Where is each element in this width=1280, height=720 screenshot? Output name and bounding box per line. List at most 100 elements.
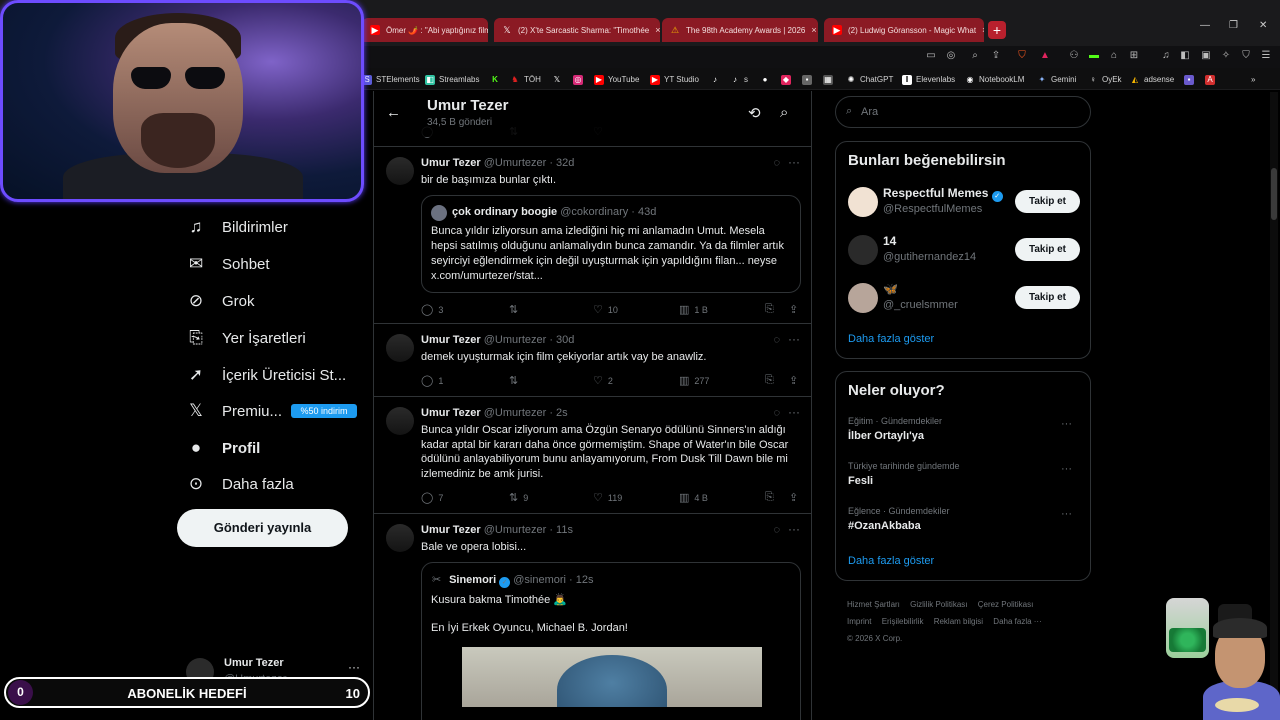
quoted-tweet[interactable]: çok ordinary boogie @cokordinary · 43d B… (421, 195, 801, 293)
more-icon[interactable]: ··· (788, 155, 800, 169)
tweet[interactable]: Umur Tezer @Umurtezer · 32d ◌ ··· bir de… (374, 147, 811, 324)
suggestion-item[interactable]: 🦋 @_cruelsmmer Takip et (848, 281, 1080, 315)
views-button[interactable]: ▥ 4 B (679, 491, 708, 504)
reply-button[interactable]: ◯ 1 (421, 374, 443, 387)
footer-link[interactable]: Gizlilik Politikası (910, 600, 967, 609)
rewards-icon[interactable]: ▲ (1039, 50, 1051, 62)
premium-discount-badge[interactable]: %50 indirim (291, 404, 357, 418)
scrollbar-thumb[interactable] (1271, 168, 1277, 220)
more-icon[interactable]: ··· (1061, 508, 1072, 520)
back-arrow-icon[interactable]: ← (386, 104, 401, 121)
ai-icon[interactable]: ✧ (1220, 50, 1232, 62)
tweet[interactable]: Umur Tezer @Umurtezer · 2s ◌ ··· Bunca y… (374, 397, 811, 514)
trend-item[interactable]: Eğitim · Gündemdekiler İlber Ortaylı'ya … (848, 416, 1080, 450)
nav-grok[interactable]: ⊘ Grok (186, 289, 255, 313)
bookmark-item[interactable]: ▪ (802, 73, 812, 86)
bookmark-item[interactable]: ♞ TÖH (510, 73, 540, 86)
like-button[interactable]: ♡ 119 (593, 491, 622, 504)
follow-button[interactable]: Takip et (1015, 190, 1080, 213)
browser-tab[interactable]: ⚠ The 98th Academy Awards | 2026 × (662, 18, 818, 42)
trend-item[interactable]: Türkiye tarihinde gündemde Fesli ··· (848, 461, 1080, 495)
avatar[interactable] (386, 157, 414, 185)
quote-image[interactable] (462, 647, 762, 707)
grok-icon[interactable]: ◌ (773, 407, 780, 419)
bookmark-item[interactable]: ♀ OyEk (1088, 73, 1122, 86)
search-icon[interactable]: ⌕ (780, 104, 788, 121)
footer-link[interactable]: Imprint (847, 617, 871, 626)
like-button[interactable]: ♡ 2 (593, 374, 613, 387)
footer-link[interactable]: Çerez Politikası (978, 600, 1034, 609)
views-button[interactable]: ▥ 1 B (679, 303, 708, 316)
search-box[interactable]: ⌕ (835, 96, 1091, 128)
maximize-icon[interactable]: ❐ (1229, 20, 1238, 31)
extension-icon[interactable]: ⊞ (1128, 50, 1140, 62)
share-icon[interactable]: ⇪ (789, 374, 798, 387)
menu-icon[interactable]: ☰ (1260, 50, 1272, 62)
trend-item[interactable]: Eğlence · Gündemdekiler #OzanAkbaba ··· (848, 506, 1080, 540)
bookmark-item[interactable]: ǁ Elevenlabs (902, 73, 955, 86)
nav-creator-studio[interactable]: ➚ İçerik Üreticisi St... (186, 363, 346, 387)
eye-off-icon[interactable]: ◎ (945, 50, 957, 62)
close-icon[interactable]: × (655, 25, 660, 35)
search-input[interactable] (861, 103, 1081, 121)
show-more-link[interactable]: Daha fazla göster (848, 333, 934, 345)
bookmark-item[interactable]: ♪ s (730, 73, 748, 86)
sidebar-icon[interactable]: ◧ (1179, 50, 1191, 62)
grok-icon[interactable]: ◌ (773, 524, 780, 536)
bookmark-item[interactable]: ▪ (1184, 73, 1194, 86)
share-icon[interactable]: ⇪ (789, 303, 798, 316)
tweet-author[interactable]: Umur Tezer (421, 334, 481, 346)
retweet-button[interactable]: ⇅ 9 (509, 491, 528, 504)
bookmark-item[interactable]: S STElements (362, 73, 420, 86)
bookmark-icon[interactable]: ⎘ (765, 374, 774, 387)
new-tab-button[interactable]: + (988, 21, 1006, 39)
footer-link[interactable]: Erişilebilirlik (882, 617, 924, 626)
nav-messages[interactable]: ✉ Sohbet (186, 252, 270, 276)
suggestion-name[interactable]: 🦋 (883, 282, 898, 296)
bookmark-item[interactable]: A (1205, 73, 1215, 86)
tweet[interactable]: Umur Tezer @Umurtezer · 30d ◌ ··· demek … (374, 324, 811, 397)
bookmark-item[interactable]: ◎ (573, 73, 583, 86)
close-icon[interactable]: × (811, 25, 816, 35)
bookmark-item[interactable]: ◉ NotebookLM (965, 73, 1025, 86)
retweet-button[interactable]: ⇅ (509, 374, 518, 387)
more-icon[interactable]: ··· (1061, 418, 1072, 430)
brave-shield-icon[interactable]: ⛉ (1016, 50, 1028, 62)
zoom-icon[interactable]: ⌕ (969, 50, 981, 62)
nav-premium[interactable]: 𝕏 Premiu... (186, 399, 282, 423)
bookmark-item[interactable]: ◧ Streamlabs (425, 73, 479, 86)
more-icon[interactable]: ··· (1061, 463, 1072, 475)
close-icon[interactable]: × (982, 25, 984, 35)
suggestion-name[interactable]: 14 (883, 234, 896, 248)
more-icon[interactable]: ··· (788, 405, 800, 419)
suggestion-name[interactable]: Respectful Memes ✓ (883, 186, 1003, 202)
window-close-icon[interactable]: ✕ (1259, 20, 1267, 31)
grok-icon[interactable]: ◌ (773, 334, 780, 346)
bookmark-item[interactable]: ● (760, 73, 770, 86)
browser-tab[interactable]: ▶ (2) Ludwig Göransson - Magic What × (824, 18, 984, 42)
extension-icon[interactable]: ⌂ (1108, 50, 1120, 62)
footer-link[interactable]: Daha fazla ··· (993, 617, 1041, 626)
avatar[interactable] (848, 283, 878, 313)
grok-icon[interactable]: ◌ (773, 157, 780, 169)
grok-icon[interactable]: ⟲ (748, 104, 761, 122)
extension-icon[interactable]: ⚇ (1068, 50, 1080, 62)
bookmark-item[interactable]: ♪ (710, 73, 720, 86)
follow-button[interactable]: Takip et (1015, 286, 1080, 309)
more-icon[interactable]: ··· (788, 522, 800, 536)
tweet-author[interactable]: Umur Tezer (421, 407, 481, 419)
nav-bookmarks[interactable]: ⎘ Yer İşaretleri (186, 326, 305, 350)
bookmark-item[interactable]: ▶ YT Studio (650, 73, 699, 86)
retweet-button[interactable]: ⇅ (509, 303, 518, 316)
nav-profile[interactable]: ● Profil (186, 436, 260, 460)
bookmark-item[interactable]: ✦ Gemini (1037, 73, 1077, 86)
bookmark-item[interactable]: ▶ YouTube (594, 73, 639, 86)
avatar[interactable] (848, 235, 878, 265)
quoted-tweet[interactable]: ✂ Sinemori ✓ @sinemori · 12s Kusura bakm… (421, 562, 801, 720)
footer-link[interactable]: Hizmet Şartları (847, 600, 900, 609)
bookmarks-overflow-icon[interactable]: » (1251, 73, 1255, 86)
browser-tab[interactable]: 𝕏 (2) X'te Sarcastic Sharma: "Timothée × (494, 18, 660, 42)
cast-icon[interactable]: ▭ (925, 50, 937, 62)
bookmark-item[interactable]: ◭ adsense (1130, 73, 1174, 86)
more-icon[interactable]: ··· (788, 332, 800, 346)
